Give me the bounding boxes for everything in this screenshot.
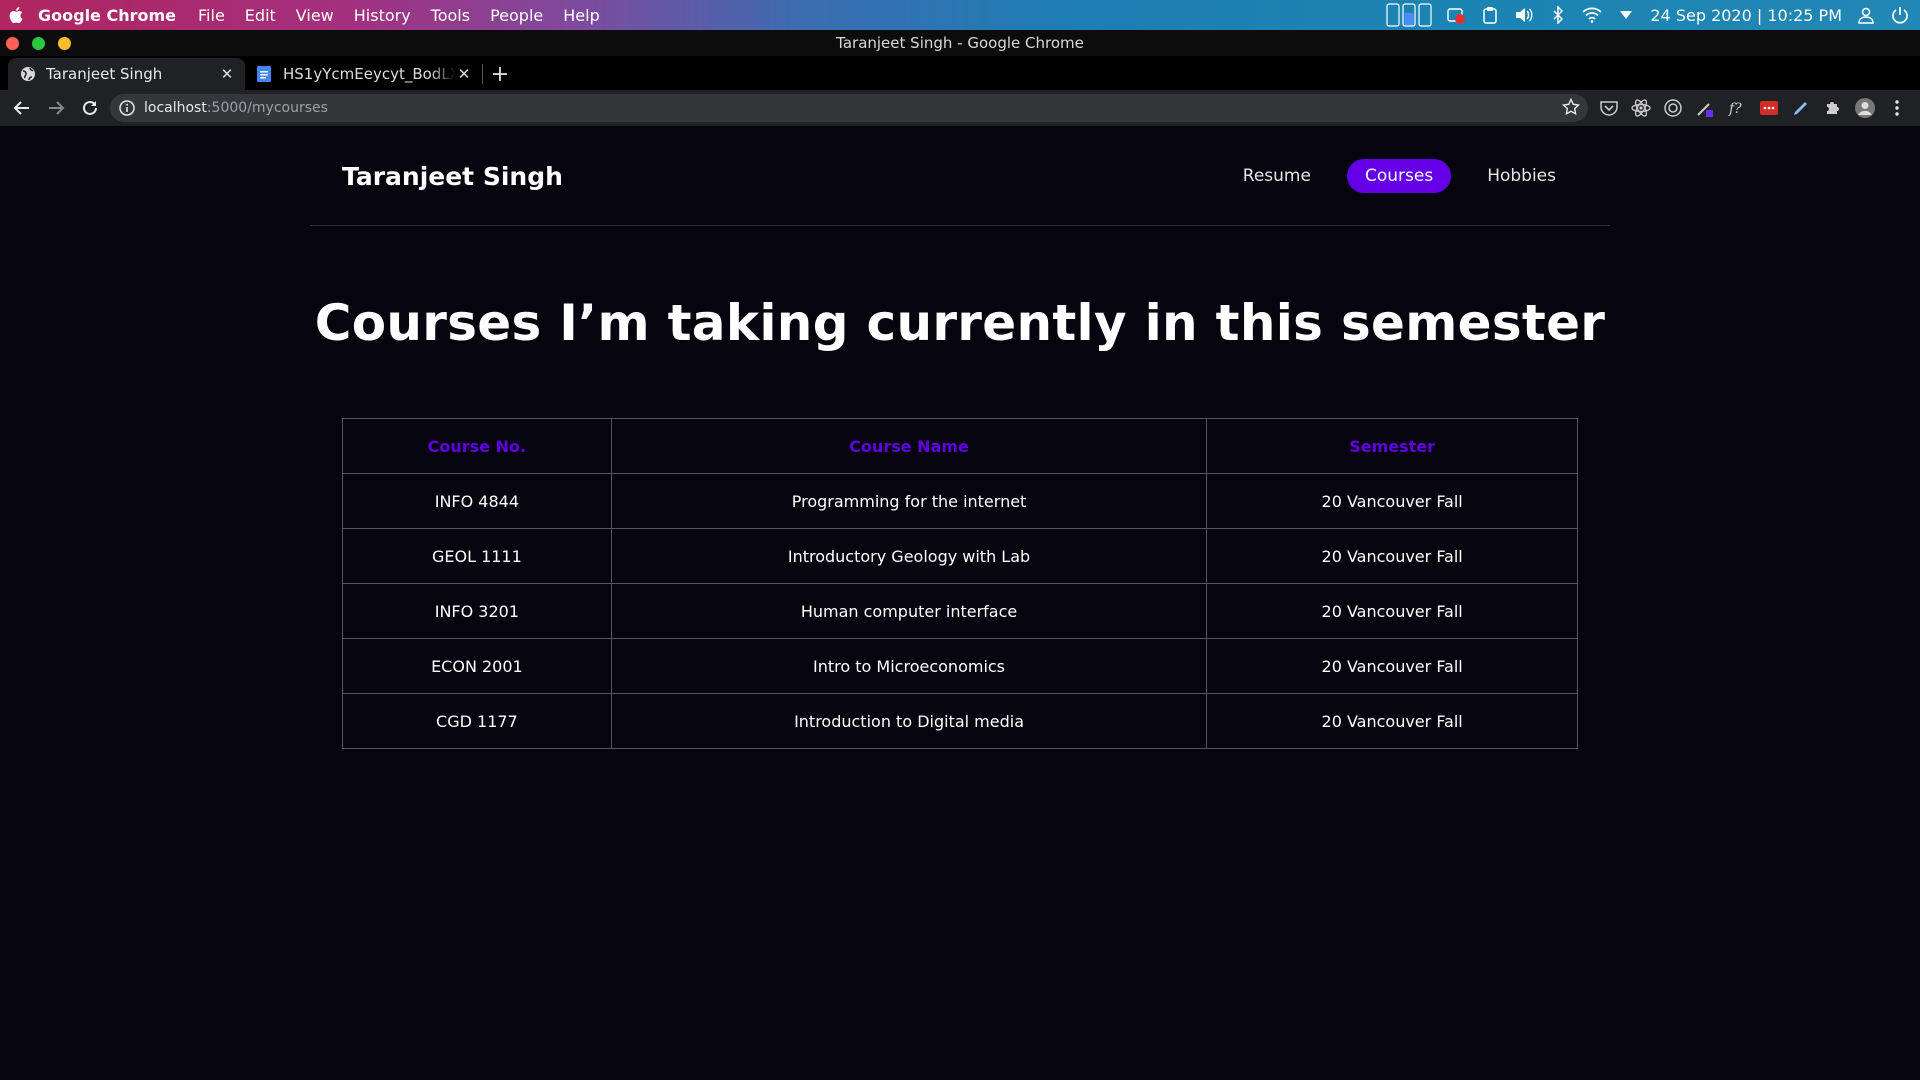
cell-course-no: INFO 4844 (342, 473, 612, 529)
site-nav: Resume Courses Hobbies (1225, 159, 1574, 193)
column-header-course-no: Course No. (342, 418, 612, 474)
forward-button[interactable] (40, 92, 72, 124)
back-button[interactable] (6, 92, 38, 124)
cell-course-name: Human computer interface (610, 583, 1208, 639)
lastpass-extension-icon[interactable] (1758, 97, 1780, 119)
cell-course-no: CGD 1177 (342, 693, 612, 749)
site-header: Taranjeet Singh Resume Courses Hobbies (310, 126, 1610, 226)
menu-help[interactable]: Help (563, 6, 599, 25)
column-header-semester: Semester (1206, 418, 1578, 474)
cell-course-no: ECON 2001 (342, 638, 612, 694)
cell-semester: 20 Vancouver Fall (1206, 528, 1578, 584)
pen-extension-icon[interactable] (1790, 97, 1812, 119)
user-lock-icon[interactable] (1856, 5, 1876, 25)
nav-courses-link[interactable]: Courses (1346, 159, 1452, 193)
bookmark-star-icon[interactable] (1561, 97, 1581, 120)
table-header-row: Course No. Course Name Semester (342, 418, 1578, 474)
profile-avatar[interactable] (1854, 97, 1876, 119)
cell-semester: 20 Vancouver Fall (1206, 583, 1578, 639)
close-window-button[interactable] (6, 37, 19, 50)
web-page: Taranjeet Singh Resume Courses Hobbies C… (0, 126, 1920, 1080)
tab-taranjeet-singh[interactable]: Taranjeet Singh ✕ (8, 58, 245, 90)
new-tab-button[interactable]: + (483, 58, 517, 90)
cell-course-name: Introduction to Digital media (610, 693, 1208, 749)
bluetooth-icon[interactable] (1548, 5, 1568, 25)
color-picker-extension-icon[interactable] (1694, 97, 1716, 119)
nav-hobbies-link[interactable]: Hobbies (1469, 159, 1574, 193)
menu-history[interactable]: History (354, 6, 411, 25)
dropdown-triangle-icon[interactable] (1616, 5, 1636, 25)
spaces-indicator-icon[interactable] (1386, 3, 1432, 27)
google-docs-icon (257, 66, 273, 82)
menu-edit[interactable]: Edit (245, 6, 276, 25)
tab-title: HS1yYcmEeycyt_BodLXx (283, 65, 456, 83)
minimize-window-button[interactable] (58, 37, 71, 50)
apple-menu-icon[interactable] (0, 6, 34, 24)
cell-course-name: Introductory Geology with Lab (610, 528, 1208, 584)
tab-google-doc[interactable]: HS1yYcmEeycyt_BodLXx ✕ (245, 58, 482, 90)
table-row: INFO 4844 Programming for the internet 2… (342, 473, 1578, 529)
power-icon[interactable] (1890, 5, 1910, 25)
table-row: GEOL 1111 Introductory Geology with Lab … (342, 528, 1578, 584)
table-row: INFO 3201 Human computer interface 20 Va… (342, 583, 1578, 639)
url-path: :5000/mycourses (206, 100, 328, 116)
maximize-window-button[interactable] (32, 37, 45, 50)
extensions-area: f? (1598, 90, 1908, 126)
column-header-course-name: Course Name (610, 418, 1208, 474)
tab-strip: Taranjeet Singh ✕ HS1yYcmEeycyt_BodLXx ✕… (0, 56, 1920, 90)
cell-course-no: GEOL 1111 (342, 528, 612, 584)
browser-toolbar: localhost:5000/mycourses f? (0, 90, 1920, 126)
close-tab-icon[interactable]: ✕ (456, 65, 472, 83)
globe-icon (20, 66, 36, 82)
chrome-menu-icon[interactable] (1886, 97, 1908, 119)
extensions-puzzle-icon[interactable] (1822, 97, 1844, 119)
courses-table: Course No. Course Name Semester INFO 484… (342, 418, 1578, 749)
target-extension-icon[interactable] (1662, 97, 1684, 119)
close-tab-icon[interactable]: ✕ (219, 65, 235, 83)
menu-view[interactable]: View (296, 6, 334, 25)
volume-icon[interactable] (1514, 5, 1534, 25)
tab-title: Taranjeet Singh (46, 65, 163, 83)
cell-course-name: Intro to Microeconomics (610, 638, 1208, 694)
reload-button[interactable] (74, 92, 106, 124)
window-title: Taranjeet Singh - Google Chrome (0, 30, 1920, 56)
clipboard-icon[interactable] (1480, 5, 1500, 25)
macos-menu-bar: Google Chrome File Edit View History Too… (0, 0, 1920, 30)
menu-app-name[interactable]: Google Chrome (38, 6, 176, 25)
page-heading: Courses I’m taking currently in this sem… (314, 294, 1606, 352)
cell-semester: 20 Vancouver Fall (1206, 473, 1578, 529)
window-controls (6, 37, 71, 50)
cell-semester: 20 Vancouver Fall (1206, 638, 1578, 694)
site-info-icon[interactable] (118, 99, 136, 117)
menu-people[interactable]: People (490, 6, 543, 25)
pocket-extension-icon[interactable] (1598, 97, 1620, 119)
cell-course-name: Programming for the internet (610, 473, 1208, 529)
table-row: ECON 2001 Intro to Microeconomics 20 Van… (342, 638, 1578, 694)
url-host: localhost (144, 100, 207, 116)
site-brand[interactable]: Taranjeet Singh (342, 162, 563, 191)
cell-course-no: INFO 3201 (342, 583, 612, 639)
table-row: CGD 1177 Introduction to Digital media 2… (342, 693, 1578, 749)
menu-file[interactable]: File (198, 6, 225, 25)
menubar-clock[interactable]: 24 Sep 2020 | 10:25 PM (1650, 6, 1842, 25)
nav-resume-link[interactable]: Resume (1225, 159, 1329, 193)
react-devtools-icon[interactable] (1630, 97, 1652, 119)
address-bar[interactable]: localhost:5000/mycourses (110, 94, 1588, 122)
font-extension-icon[interactable]: f? (1726, 97, 1748, 119)
menu-tools[interactable]: Tools (431, 6, 470, 25)
calendar-badge-icon[interactable] (1446, 5, 1466, 25)
cell-semester: 20 Vancouver Fall (1206, 693, 1578, 749)
wifi-icon[interactable] (1582, 5, 1602, 25)
svg-text:f?: f? (1728, 101, 1742, 117)
